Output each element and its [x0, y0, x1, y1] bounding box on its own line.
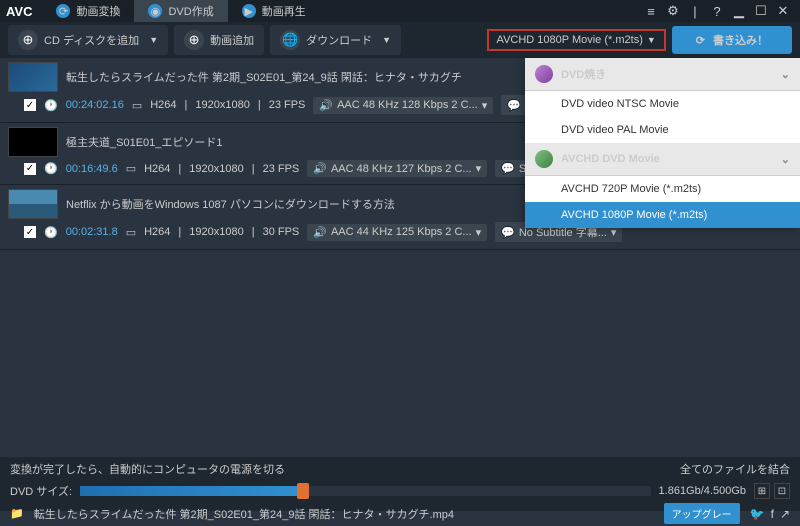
add-icon[interactable]: ⊞	[754, 483, 770, 499]
upgrade-button[interactable]: アップグレー	[664, 503, 740, 524]
thumbnail[interactable]	[8, 127, 58, 157]
hd-dvd-icon	[535, 150, 553, 168]
output-filename: 転生したらスライムだった件 第2期_S02E01_第24_9話 閑話：ヒナタ・サ…	[34, 506, 454, 522]
help-icon[interactable]: ?	[709, 3, 725, 19]
tab-dvd-create[interactable]: ◉DVD作成	[134, 0, 227, 22]
dvd-size-label: DVD サイズ:	[10, 483, 72, 499]
film-icon: ▭	[132, 99, 142, 112]
globe-icon: 🌐	[280, 30, 300, 50]
footer: 変換が完了したら、自動的にコンピュータの電源を切る 全てのファイルを結合 DVD…	[0, 457, 800, 511]
share-icon[interactable]: ↗	[780, 507, 790, 521]
dropdown-group-header[interactable]: DVD焼き⌄	[525, 58, 800, 91]
dropdown-group-header[interactable]: AVCHD DVD Movie⌄	[525, 143, 800, 176]
twitter-icon[interactable]: 🐦	[750, 507, 765, 521]
play-icon: ▶	[242, 4, 256, 18]
disc-icon: ◉	[148, 4, 162, 18]
tab-video-play[interactable]: ▶動画再生	[228, 0, 320, 22]
dropdown-option[interactable]: AVCHD 720P Movie (*.m2ts)	[525, 176, 800, 202]
checkbox[interactable]: ✓	[24, 163, 36, 175]
audio-badge[interactable]: 🔊 AAC 48 KHz 128 Kbps 2 C... ▾	[313, 97, 493, 114]
add-cd-disc-button[interactable]: ⊕CD ディスクを追加▼	[8, 25, 168, 55]
disc-add-icon: ⊕	[18, 30, 38, 50]
progress-marker[interactable]	[297, 483, 309, 499]
size-progress-bar[interactable]	[80, 486, 651, 496]
dvd-burn-icon	[535, 65, 553, 83]
film-icon: ▭	[126, 162, 136, 175]
chevron-down-icon: ▼	[149, 35, 158, 45]
gear-icon[interactable]: ⚙	[665, 3, 681, 19]
write-button[interactable]: ⟳書き込み！	[672, 26, 792, 54]
minimize-icon[interactable]: ▁	[731, 3, 747, 19]
close-icon[interactable]: ✕	[775, 3, 791, 19]
dropdown-option-selected[interactable]: AVCHD 1080P Movie (*.m2ts)	[525, 202, 800, 228]
audio-badge[interactable]: 🔊 AAC 44 KHz 125 Kbps 2 C... ▾	[307, 224, 487, 241]
format-dropdown: DVD焼き⌄ DVD video NTSC Movie DVD video PA…	[525, 58, 800, 228]
merge-files-label[interactable]: 全てのファイルを結合	[680, 461, 790, 477]
facebook-icon[interactable]: f	[771, 507, 774, 521]
dropdown-option[interactable]: DVD video PAL Movie	[525, 117, 800, 143]
divider: |	[687, 3, 703, 19]
output-format-selector[interactable]: AVCHD 1080P Movie (*.m2ts)▼	[487, 29, 666, 51]
dropdown-option[interactable]: DVD video NTSC Movie	[525, 91, 800, 117]
download-button[interactable]: 🌐ダウンロード▼	[270, 25, 401, 55]
clock-icon: 🕐	[44, 162, 58, 175]
checkbox[interactable]: ✓	[24, 226, 36, 238]
film-icon: ▭	[126, 226, 136, 239]
titlebar: AVC ⟳動画変換 ◉DVD作成 ▶動画再生 ≡ ⚙ | ? ▁ ☐ ✕	[0, 0, 800, 22]
refresh-icon: ⟳	[696, 34, 705, 47]
toolbar: ⊕CD ディスクを追加▼ ⊕動画追加 🌐ダウンロード▼ AVCHD 1080P …	[0, 22, 800, 58]
thumbnail[interactable]	[8, 62, 58, 92]
app-logo: AVC	[6, 4, 32, 19]
tab-video-convert[interactable]: ⟳動画変換	[42, 0, 134, 22]
thumbnail[interactable]	[8, 189, 58, 219]
collapse-icon[interactable]: ⌄	[781, 68, 790, 81]
audio-badge[interactable]: 🔊 AAC 48 KHz 127 Kbps 2 C... ▾	[307, 160, 487, 177]
refresh-icon: ⟳	[56, 4, 70, 18]
size-text: 1.861Gb/4.500Gb	[659, 485, 746, 497]
film-add-icon: ⊕	[184, 30, 204, 50]
folder-icon[interactable]: 📁	[10, 507, 24, 520]
maximize-icon[interactable]: ☐	[753, 3, 769, 19]
clock-icon: 🕐	[44, 226, 58, 239]
grid-icon[interactable]: ⊡	[774, 483, 790, 499]
clock-icon: 🕐	[44, 99, 58, 112]
content-area: 転生したらスライムだった件 第2期_S02E01_第24_9話 閑話：ヒナタ・サ…	[0, 58, 800, 458]
menu-icon[interactable]: ≡	[643, 3, 659, 19]
checkbox[interactable]: ✓	[24, 99, 36, 111]
chevron-down-icon: ▼	[647, 35, 656, 45]
auto-shutdown-label[interactable]: 変換が完了したら、自動的にコンピュータの電源を切る	[10, 461, 285, 477]
chevron-down-icon: ▼	[382, 35, 391, 45]
add-video-button[interactable]: ⊕動画追加	[174, 25, 264, 55]
collapse-icon[interactable]: ⌄	[781, 153, 790, 166]
